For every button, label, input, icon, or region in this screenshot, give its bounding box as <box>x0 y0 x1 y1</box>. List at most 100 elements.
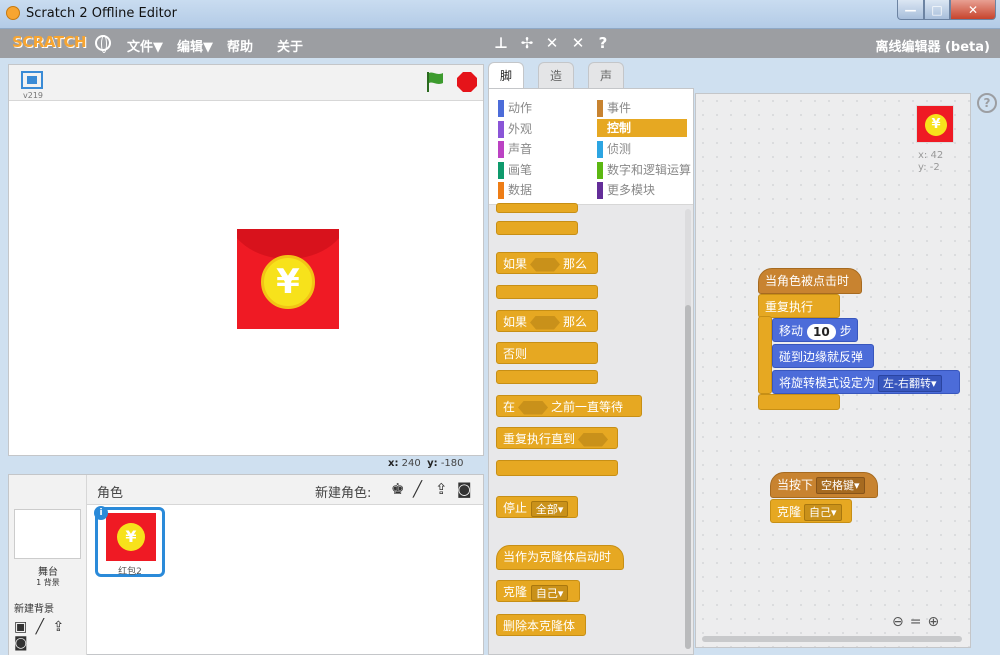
rotation-style-dropdown[interactable]: 左-右翻转▾ <box>878 375 942 392</box>
block-palette: 动作 外观 声音 画笔 数据 事件 控制 侦测 数字和逻辑运算 更多模块 如果 那… <box>488 88 694 655</box>
boolean-slot-3[interactable] <box>518 400 549 415</box>
minimize-button[interactable]: — <box>897 0 924 20</box>
scratch-logo[interactable]: SCRATCH <box>12 33 87 51</box>
maximize-button[interactable]: □ <box>924 0 950 20</box>
category-data[interactable]: 数据 <box>498 181 532 199</box>
stop-option-dropdown[interactable]: 全部▾ <box>530 500 569 517</box>
zoom-in-icon[interactable]: ⊕ <box>927 614 945 630</box>
block-repeat-until[interactable]: 重复执行直到 <box>496 427 618 449</box>
block-set-rotation-style[interactable]: 将旋转模式设定为 左-右翻转▾ <box>772 370 960 394</box>
else-label: 否则 <box>503 347 528 361</box>
stage-backdrop-count: 1 背景 <box>36 578 60 587</box>
sprite-library-icon[interactable]: ♚ <box>391 480 404 498</box>
if2-label: 如果 <box>503 315 528 329</box>
block-wait-until[interactable]: 在 之前一直等待 <box>496 395 642 417</box>
paint-brush-icon[interactable]: ╱ <box>413 480 422 498</box>
green-flag-icon[interactable] <box>425 71 445 93</box>
move-label: 移动 <box>779 324 804 338</box>
tab-sounds[interactable]: 声音 <box>588 62 625 109</box>
category-pen[interactable]: 画笔 <box>498 161 532 179</box>
window-titlebar: Scratch 2 Offline Editor — □ ✕ <box>0 0 1000 29</box>
grow-icon[interactable]: ✕ <box>543 34 561 52</box>
mouse-coordinates: x: 240 y: -180 <box>388 458 464 469</box>
new-backdrop-tools[interactable]: ▣ ╱ ⇪ ◙ <box>14 619 86 651</box>
stop-icon[interactable] <box>457 72 477 92</box>
category-operators[interactable]: 数字和逻辑运算 <box>597 161 691 179</box>
move-steps-input[interactable]: 10 <box>807 323 836 340</box>
when-clicked-label: 当角色被点击时 <box>765 274 850 288</box>
zoom-out-icon[interactable]: ⊖ <box>892 614 910 630</box>
red-envelope-sprite[interactable]: ¥ <box>237 229 339 329</box>
info-icon[interactable]: i <box>94 506 108 520</box>
boolean-slot-2[interactable] <box>530 315 561 330</box>
clone-script-dropdown[interactable]: 自己▾ <box>804 504 842 521</box>
scripts-area[interactable]: ¥ x: 42 y: -2 当角色被点击时 重复执行 移动 10 步 碰到边缘就反弹… <box>695 93 971 648</box>
stop-label: 停止 <box>503 501 528 515</box>
sprite-pane: 舞台 1 背景 新建背景 ▣ ╱ ⇪ ◙ 角色 新建角色: ♚ ╱ ⇪ ◙ ¥ … <box>8 474 484 655</box>
repeat-until-bottom <box>496 460 618 476</box>
block-stop[interactable]: 停止 全部▾ <box>496 496 578 518</box>
sprite-thumbnail-hongbao2[interactable]: ¥ i 红包2 <box>94 506 165 577</box>
block-when-clone-starts[interactable]: 当作为克隆体启动时 <box>496 545 624 570</box>
block-if-then[interactable]: 如果 那么 <box>496 252 598 274</box>
fullscreen-icon[interactable] <box>21 71 43 89</box>
else-label-row: 否则 <box>496 342 598 364</box>
language-globe-icon[interactable] <box>95 35 111 53</box>
close-button[interactable]: ✕ <box>950 0 996 20</box>
menu-edit[interactable]: 编辑▼ <box>177 36 213 55</box>
category-looks[interactable]: 外观 <box>498 120 532 138</box>
menu-file[interactable]: 文件▼ <box>127 36 163 55</box>
duplicate-stamp-icon[interactable]: ⊥ <box>492 34 510 52</box>
category-control[interactable]: 控制 <box>597 119 687 137</box>
help-icon[interactable]: ? <box>977 93 997 113</box>
delete-clone-label: 删除本克隆体 <box>503 619 576 633</box>
c-block-top-fragment[interactable] <box>496 203 578 213</box>
cut-scissors-icon[interactable]: ✢ <box>518 34 536 52</box>
forever-side <box>758 316 772 394</box>
boolean-slot[interactable] <box>530 257 561 272</box>
clone-script-label: 克隆 <box>777 505 802 519</box>
category-events[interactable]: 事件 <box>597 99 631 117</box>
shrink-icon[interactable]: ✕ <box>569 34 587 52</box>
then2-label: 那么 <box>563 315 588 329</box>
block-if-else[interactable]: 如果 那么 <box>496 310 598 332</box>
if-then-bottom <box>496 285 598 299</box>
sprite-x-position: x: 42 <box>918 150 944 161</box>
block-when-sprite-clicked[interactable]: 当角色被点击时 <box>758 268 862 294</box>
block-move-steps[interactable]: 移动 10 步 <box>772 318 858 342</box>
category-sound[interactable]: 声音 <box>498 140 532 158</box>
current-sprite-coin: ¥ <box>925 114 947 136</box>
block-forever[interactable]: 重复执行 <box>758 294 840 318</box>
camera-icon[interactable]: ◙ <box>457 480 472 498</box>
category-motion[interactable]: 动作 <box>498 99 532 117</box>
c-block-bottom-fragment[interactable] <box>496 221 578 235</box>
block-delete-clone[interactable]: 删除本克隆体 <box>496 614 586 636</box>
upload-icon[interactable]: ⇪ <box>435 480 448 498</box>
stage-thumbnail[interactable] <box>14 509 81 559</box>
block-help-icon[interactable]: ? <box>594 34 612 52</box>
block-create-clone[interactable]: 克隆 自己▾ <box>496 580 580 602</box>
menu-about[interactable]: 关于 <box>277 36 303 55</box>
zoom-reset-icon[interactable]: = <box>910 614 928 630</box>
mini-yuan-coin: ¥ <box>117 523 145 551</box>
scripts-horizontal-scrollbar[interactable] <box>702 636 962 642</box>
category-more-blocks[interactable]: 更多模块 <box>597 181 655 199</box>
boolean-slot-4[interactable] <box>578 432 609 447</box>
clone-option-dropdown[interactable]: 自己▾ <box>530 584 569 601</box>
sprite-name: 红包2 <box>118 567 142 577</box>
zoom-controls: ⊖=⊕ <box>892 614 945 630</box>
block-when-key-pressed[interactable]: 当按下 空格键▾ <box>770 472 878 498</box>
wait-until-pre: 在 <box>503 400 516 414</box>
palette-scrollbar-thumb[interactable] <box>685 305 691 649</box>
menu-help[interactable]: 帮助 <box>227 36 253 55</box>
new-sprite-label: 新建角色: <box>315 486 372 501</box>
tab-costumes[interactable]: 造型 <box>538 62 575 109</box>
block-bounce-on-edge[interactable]: 碰到边缘就反弹 <box>772 344 874 368</box>
window-controls: — □ ✕ <box>897 0 996 20</box>
category-sensing[interactable]: 侦测 <box>597 140 631 158</box>
sprite-header: 角色 新建角色: ♚ ╱ ⇪ ◙ <box>87 475 483 505</box>
key-dropdown[interactable]: 空格键▾ <box>816 477 865 494</box>
wait-until-post: 之前一直等待 <box>551 400 624 414</box>
block-create-clone-script[interactable]: 克隆 自己▾ <box>770 499 852 523</box>
tab-scripts[interactable]: 脚本 <box>488 62 525 109</box>
